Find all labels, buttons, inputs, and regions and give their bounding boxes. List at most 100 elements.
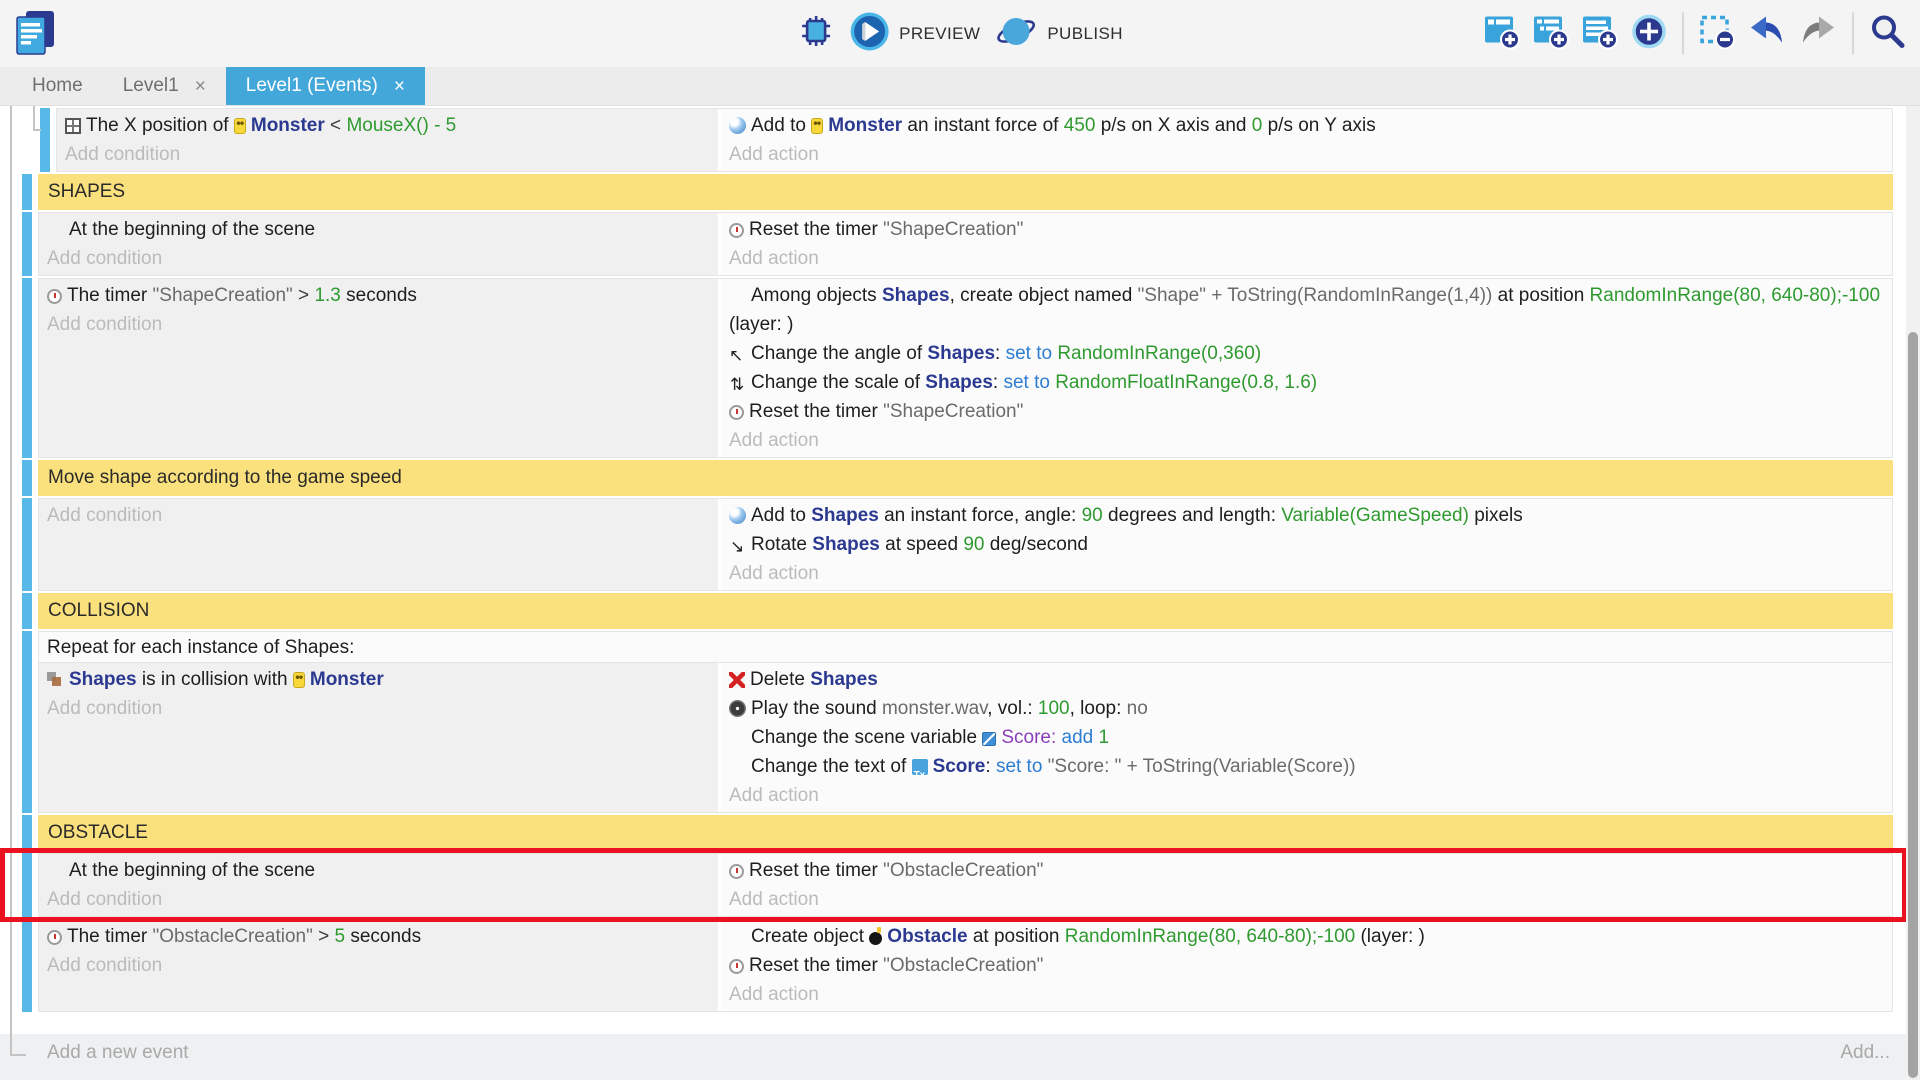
angle-icon [729,345,746,362]
add-action-button[interactable]: Add action [729,559,1884,588]
actions-cell[interactable]: Reset the timer "ObstacleCreation"Add ac… [721,854,1892,916]
add-button[interactable]: Add... [1840,1042,1890,1080]
action[interactable]: Rotate Shapes at speed 90 deg/second [729,530,1884,559]
action[interactable]: Play the sound monster.wav, vol.: 100, l… [729,694,1884,723]
condition[interactable]: The timer "ShapeCreation" > 1.3 seconds [47,281,710,310]
conditions-cell[interactable]: Shapes is in collision with MonsterAdd c… [39,663,721,812]
add-subevent-icon[interactable] [1532,12,1570,55]
action[interactable]: Reset the timer "ShapeCreation" [729,397,1884,426]
add-action-button[interactable]: Add action [729,426,1884,455]
action[interactable]: Change the text of Score: set to "Score:… [729,752,1884,781]
redo-icon[interactable] [1798,12,1838,55]
event-columns: Add condition Add to Shapes an instant fo… [38,498,1893,591]
add-condition-button[interactable]: Add condition [47,885,710,914]
sound-icon [729,700,746,717]
add-condition-button[interactable]: Add condition [47,694,710,723]
add-condition-button[interactable]: Add condition [47,310,710,339]
publish-button[interactable]: PUBLISH [994,11,1123,57]
add-condition-button[interactable]: Add condition [47,244,710,273]
action[interactable]: Change the scale of Shapes: set to Rando… [729,368,1884,397]
action[interactable]: Reset the timer "ObstacleCreation" [729,951,1884,980]
actions-cell[interactable]: Reset the timer "ShapeCreation"Add actio… [721,213,1892,275]
event-rail [22,460,32,496]
add-action-button[interactable]: Add action [729,140,1884,169]
group-header[interactable]: COLLISION [38,593,1893,629]
text-segment: Add action [729,563,819,584]
text-segment: Add action [729,430,819,451]
action[interactable]: Create object Obstacle at position Rando… [729,922,1884,951]
vertical-scrollbar[interactable] [1906,106,1920,1080]
add-new-event-button[interactable]: Add a new event [47,1042,189,1080]
toolbar-separator [1682,13,1684,55]
delete-selection-icon[interactable] [1698,12,1736,55]
event-body: Shapes is in collision with MonsterAdd c… [38,662,1893,813]
condition[interactable]: At the beginning of the scene [47,215,710,244]
tab-home[interactable]: Home [12,67,103,105]
add-condition-button[interactable]: Add condition [47,951,710,980]
tab-close-icon[interactable]: × [195,77,206,96]
actions-cell[interactable]: Delete ShapesPlay the sound monster.wav,… [721,663,1892,812]
conditions-cell[interactable]: At the beginning of the sceneAdd conditi… [39,854,721,916]
text-segment: 90 [963,534,984,555]
undo-icon[interactable] [1747,12,1787,55]
text-segment: monster.wav [882,698,987,719]
action[interactable]: Delete Shapes [729,665,1884,694]
add-action-button[interactable]: Add action [729,980,1884,1009]
action[interactable]: Reset the timer "ShapeCreation" [729,215,1884,244]
text-segment: Add action [729,984,819,1005]
group-header[interactable]: Move shape according to the game speed [38,460,1893,496]
foreach-label[interactable]: Repeat for each instance of Shapes: [38,631,1893,662]
conditions-cell[interactable]: The timer "ObstacleCreation" > 5 seconds… [39,920,721,1011]
group-row: COLLISION [0,593,1920,629]
actions-cell[interactable]: Create object Obstacle at position Rando… [721,920,1892,1011]
play-icon [849,11,890,57]
conditions-cell[interactable]: The X position of Monster < MouseX() - 5… [57,109,721,171]
condition[interactable]: The timer "ObstacleCreation" > 5 seconds [47,922,710,951]
text-segment: Change the text of [751,756,912,777]
group-header[interactable]: SHAPES [38,174,1893,210]
add-action-button[interactable]: Add action [729,781,1884,810]
tab-close-icon[interactable]: × [394,77,405,96]
text-segment: The timer [67,285,153,306]
text-segment: Shapes [882,285,950,306]
action[interactable]: Change the scene variable Score: add 1 [729,723,1884,752]
add-comment-icon[interactable] [1581,12,1619,55]
actions-cell[interactable]: Add to Monster an instant force of 450 p… [721,109,1892,171]
preview-button[interactable]: PREVIEW [849,11,980,57]
search-icon[interactable] [1868,11,1908,56]
tab-level1-events[interactable]: Level1 (Events)× [226,67,425,105]
condition[interactable]: At the beginning of the scene [47,856,710,885]
event-rail [22,853,32,917]
add-event-icon[interactable] [1483,12,1521,55]
action[interactable]: Change the angle of Shapes: set to Rando… [729,339,1884,368]
condition[interactable]: Shapes is in collision with Monster [47,665,710,694]
actions-cell[interactable]: Add to Shapes an instant force, angle: 9… [721,499,1892,590]
conditions-cell[interactable]: Add condition [39,499,721,590]
event-row: Repeat for each instance of Shapes:Shape… [0,631,1920,813]
begin-scene-icon [47,862,64,879]
add-action-button[interactable]: Add action [729,885,1884,914]
scrollbar-thumb[interactable] [1908,332,1918,1078]
action[interactable]: Reset the timer "ObstacleCreation" [729,856,1884,885]
text-object-icon [912,759,928,775]
add-condition-button[interactable]: Add condition [47,501,710,530]
action[interactable]: Add to Monster an instant force of 450 p… [729,111,1884,140]
tab-level1[interactable]: Level1× [103,67,226,105]
debug-icon[interactable] [797,12,835,55]
group-header[interactable]: OBSTACLE [38,815,1893,851]
action[interactable]: Among objects Shapes, create object name… [729,281,1884,339]
add-condition-button[interactable]: Add condition [65,140,710,169]
text-segment: set to [996,756,1048,777]
text-segment: set to [1003,372,1055,393]
add-circle-icon[interactable] [1630,12,1668,55]
actions-cell[interactable]: Among objects Shapes, create object name… [721,279,1892,457]
action[interactable]: Add to Shapes an instant force, angle: 9… [729,501,1884,530]
condition[interactable]: The X position of Monster < MouseX() - 5 [65,111,710,140]
app-logo-icon[interactable] [10,7,62,64]
text-segment: The X position of [86,115,234,136]
text-segment: At the beginning of the scene [69,219,315,240]
conditions-cell[interactable]: At the beginning of the scene Add conditi… [39,213,721,275]
conditions-cell[interactable]: The timer "ShapeCreation" > 1.3 secondsA… [39,279,721,457]
add-action-button[interactable]: Add action [729,244,1884,273]
text-segment: : [993,372,1004,393]
